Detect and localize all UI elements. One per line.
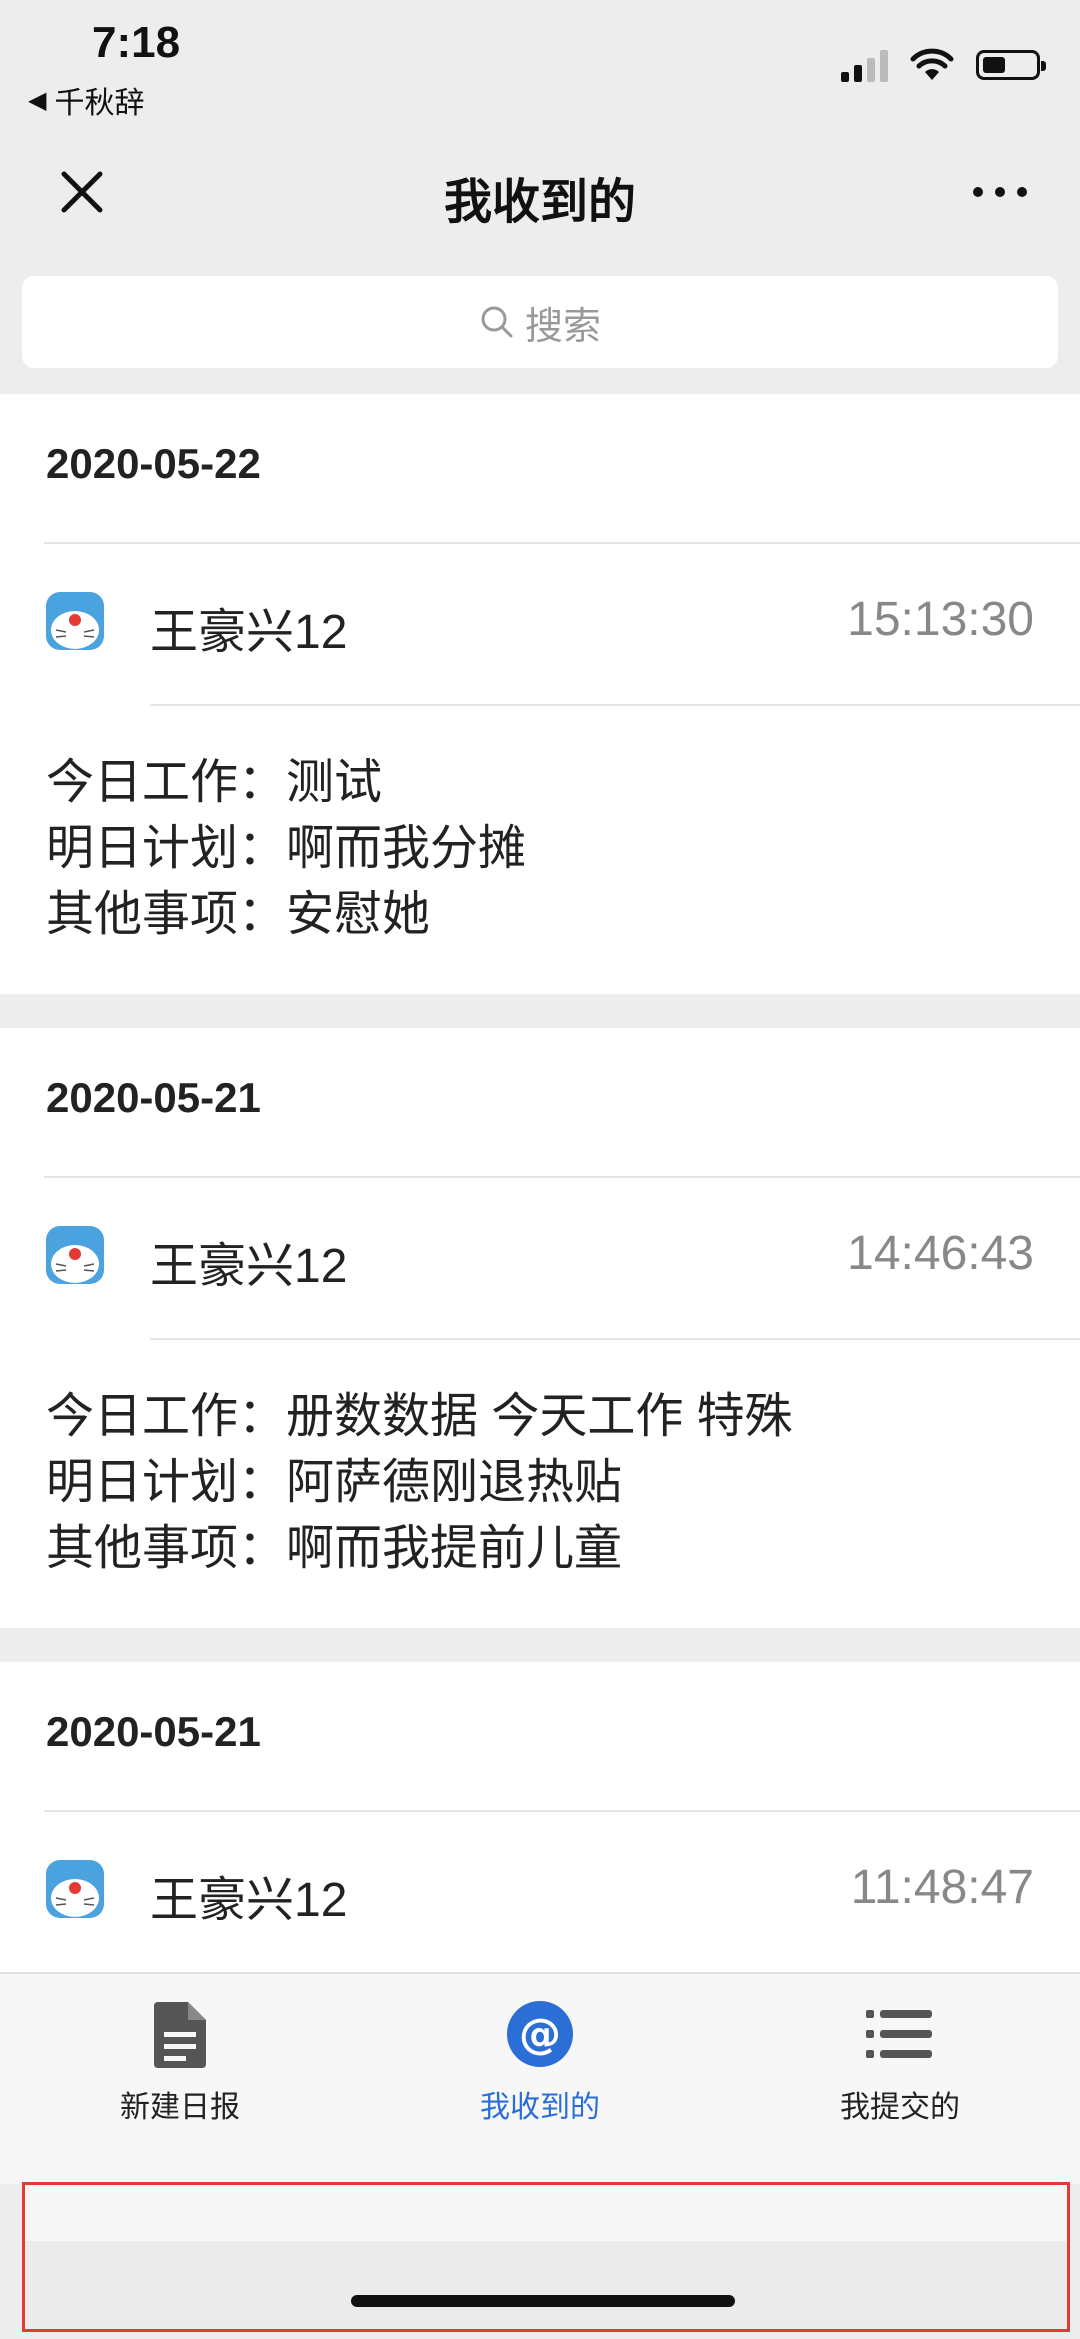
report-line: 其他事项：安慰她 xyxy=(46,888,431,941)
back-triangle-icon: ◀ xyxy=(28,86,47,114)
svg-text:@: @ xyxy=(519,2009,561,2058)
signal-icon xyxy=(841,48,888,82)
more-icon[interactable] xyxy=(968,170,1032,214)
page-title: 我收到的 xyxy=(443,176,636,229)
back-app-label: 千秋辞 xyxy=(54,87,145,120)
avatar xyxy=(46,1860,104,1918)
tab-submitted[interactable]: 我提交的 xyxy=(750,1998,1050,2126)
nav-bar: 我收到的 xyxy=(0,140,1080,250)
tab-bar: 新建日报 @ 我收到的 我提交的 xyxy=(0,1972,1080,2184)
tab-new-report[interactable]: 新建日报 xyxy=(30,1998,330,2126)
report-date: 2020-05-22 xyxy=(46,440,261,487)
report-line: 明日计划：阿萨德刚退热贴 xyxy=(46,1456,623,1509)
search-placeholder: 搜索 xyxy=(524,305,601,348)
list-icon xyxy=(866,2010,932,2058)
wifi-icon xyxy=(910,48,954,80)
report-card[interactable]: 2020-05-22 王豪兴12 15:13:30 今日工作：测试 明日计划：啊… xyxy=(0,394,1080,994)
status-indicators xyxy=(841,48,1046,82)
tab-label: 新建日报 xyxy=(120,2091,240,2124)
report-content: 今日工作：册数数据 今天工作 特殊 明日计划：阿萨德刚退热贴 其他事项：啊而我提… xyxy=(46,1384,793,1582)
home-indicator[interactable] xyxy=(351,2295,735,2307)
report-time: 14:46:43 xyxy=(847,1227,1034,1280)
report-sender: 王豪兴12 xyxy=(150,606,348,659)
back-to-app-link[interactable]: ◀ 千秋辞 xyxy=(28,78,144,122)
report-date: 2020-05-21 xyxy=(46,1708,261,1755)
document-icon xyxy=(154,2002,206,2068)
report-card[interactable]: 2020-05-21 王豪兴12 14:46:43 今日工作：册数数据 今天工作… xyxy=(0,1028,1080,1628)
status-bar: 7:18 ◀ 千秋辞 xyxy=(0,0,1080,140)
battery-icon xyxy=(976,50,1046,80)
report-line: 其他事项：啊而我提前儿童 xyxy=(46,1522,623,1575)
report-content: 今日工作：测试 明日计划：啊而我分摊 其他事项：安慰她 xyxy=(46,750,526,948)
search-icon xyxy=(481,306,513,338)
report-time: 15:13:30 xyxy=(847,593,1034,646)
report-date: 2020-05-21 xyxy=(46,1074,261,1121)
report-sender: 王豪兴12 xyxy=(150,1240,348,1293)
status-time: 7:18 xyxy=(92,18,181,67)
tab-received[interactable]: @ 我收到的 xyxy=(390,1998,690,2126)
report-sender: 王豪兴12 xyxy=(150,1874,348,1927)
report-card[interactable]: 2020-05-21 王豪兴12 11:48:47 xyxy=(0,1662,1080,1972)
avatar xyxy=(46,592,104,650)
avatar xyxy=(46,1226,104,1284)
tab-label: 我收到的 xyxy=(480,2091,600,2124)
report-time: 11:48:47 xyxy=(850,1861,1034,1914)
report-line: 今日工作：册数数据 今天工作 特殊 xyxy=(46,1390,793,1443)
tab-label: 我提交的 xyxy=(840,2091,960,2124)
report-line: 今日工作：测试 xyxy=(46,756,383,809)
at-icon: @ xyxy=(507,2001,573,2067)
report-line: 明日计划：啊而我分摊 xyxy=(46,822,527,875)
home-indicator-area xyxy=(22,2182,1070,2332)
search-bar[interactable]: 搜索 xyxy=(22,276,1058,368)
